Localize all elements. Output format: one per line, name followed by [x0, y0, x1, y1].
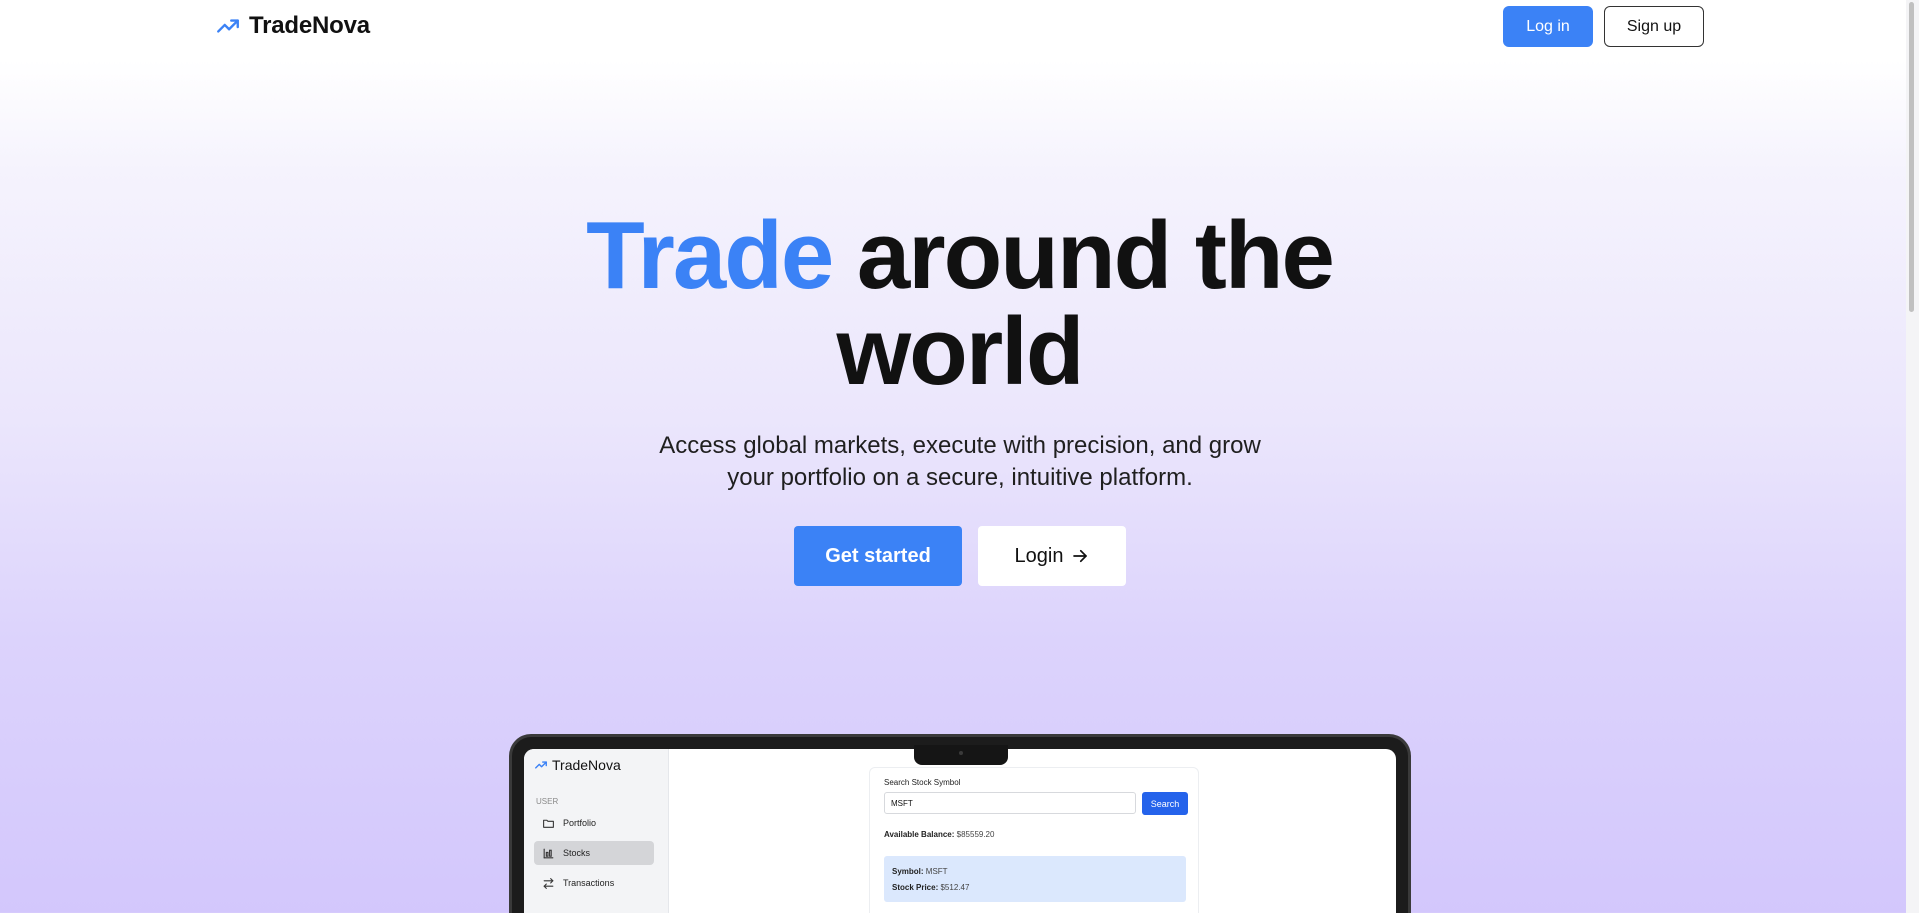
- preview-sidebar: TradeNova USER Portfolio Stocks Transact…: [524, 749, 669, 913]
- get-started-button[interactable]: Get started: [794, 526, 962, 586]
- symbol-label: Symbol:: [892, 867, 924, 876]
- trending-up-icon: [535, 761, 547, 769]
- preview-nav-label: Portfolio: [563, 818, 597, 828]
- preview-nav-label: Transactions: [563, 878, 615, 888]
- preview-search-card: Search Stock Symbol MSFT Search Availabl…: [869, 767, 1199, 913]
- hero-subtitle-line2: your portfolio on a secure, intuitive pl…: [727, 464, 1193, 491]
- preview-nav-stocks[interactable]: Stocks: [534, 841, 654, 865]
- price-value: $512.47: [940, 883, 970, 892]
- symbol-search-input[interactable]: MSFT: [884, 792, 1136, 814]
- hero-title-rest: around the: [856, 202, 1335, 309]
- hero-subtitle: Access global markets, execute with prec…: [610, 430, 1310, 494]
- laptop-preview: TradeNova USER Portfolio Stocks Transact…: [509, 734, 1411, 913]
- preview-nav-label: Stocks: [563, 848, 591, 858]
- balance-value: $85559.20: [956, 830, 995, 839]
- page-scrollbar[interactable]: [1906, 0, 1919, 913]
- preview-nav-portfolio[interactable]: Portfolio: [534, 811, 654, 835]
- price-row: Stock Price: $512.47: [892, 880, 1178, 896]
- available-balance: Available Balance: $85559.20: [884, 830, 994, 839]
- folder-icon: [543, 819, 554, 828]
- hero-login-label: Login: [1014, 544, 1064, 567]
- hero-login-button[interactable]: Login: [978, 526, 1126, 586]
- swap-icon: [543, 877, 554, 889]
- stock-info-box: Symbol: MSFT Stock Price: $512.47: [884, 856, 1186, 902]
- signup-button[interactable]: Sign up: [1604, 6, 1704, 47]
- preview-brand-name: TradeNova: [552, 757, 621, 773]
- balance-label: Available Balance:: [884, 830, 955, 839]
- symbol-value: MSFT: [925, 867, 948, 876]
- arrow-right-icon: [1073, 549, 1088, 563]
- brand-name: TradeNova: [249, 12, 370, 39]
- hero-title: Trade around the world: [0, 208, 1919, 400]
- price-label: Stock Price:: [892, 883, 939, 892]
- trending-up-icon: [217, 19, 239, 33]
- hero-subtitle-line1: Access global markets, execute with prec…: [659, 432, 1261, 459]
- preview-section-label: USER: [536, 797, 559, 806]
- symbol-row: Symbol: MSFT: [892, 864, 1178, 880]
- preview-brand: TradeNova: [534, 757, 621, 773]
- camera-dot: [959, 751, 963, 755]
- chart-icon: [543, 848, 554, 858]
- search-button[interactable]: Search: [1142, 792, 1188, 815]
- hero-title-line2: world: [836, 298, 1085, 405]
- search-label: Search Stock Symbol: [884, 778, 961, 787]
- site-header: TradeNova Log in Sign up: [0, 0, 1919, 54]
- preview-nav-transactions[interactable]: Transactions: [534, 871, 654, 895]
- hero-title-accent: Trade: [586, 202, 834, 309]
- laptop-screen: TradeNova USER Portfolio Stocks Transact…: [524, 749, 1396, 913]
- scrollbar-thumb[interactable]: [1909, 2, 1914, 312]
- laptop-notch: [914, 745, 1008, 765]
- login-button[interactable]: Log in: [1503, 6, 1593, 47]
- brand-logo[interactable]: TradeNova: [215, 12, 370, 40]
